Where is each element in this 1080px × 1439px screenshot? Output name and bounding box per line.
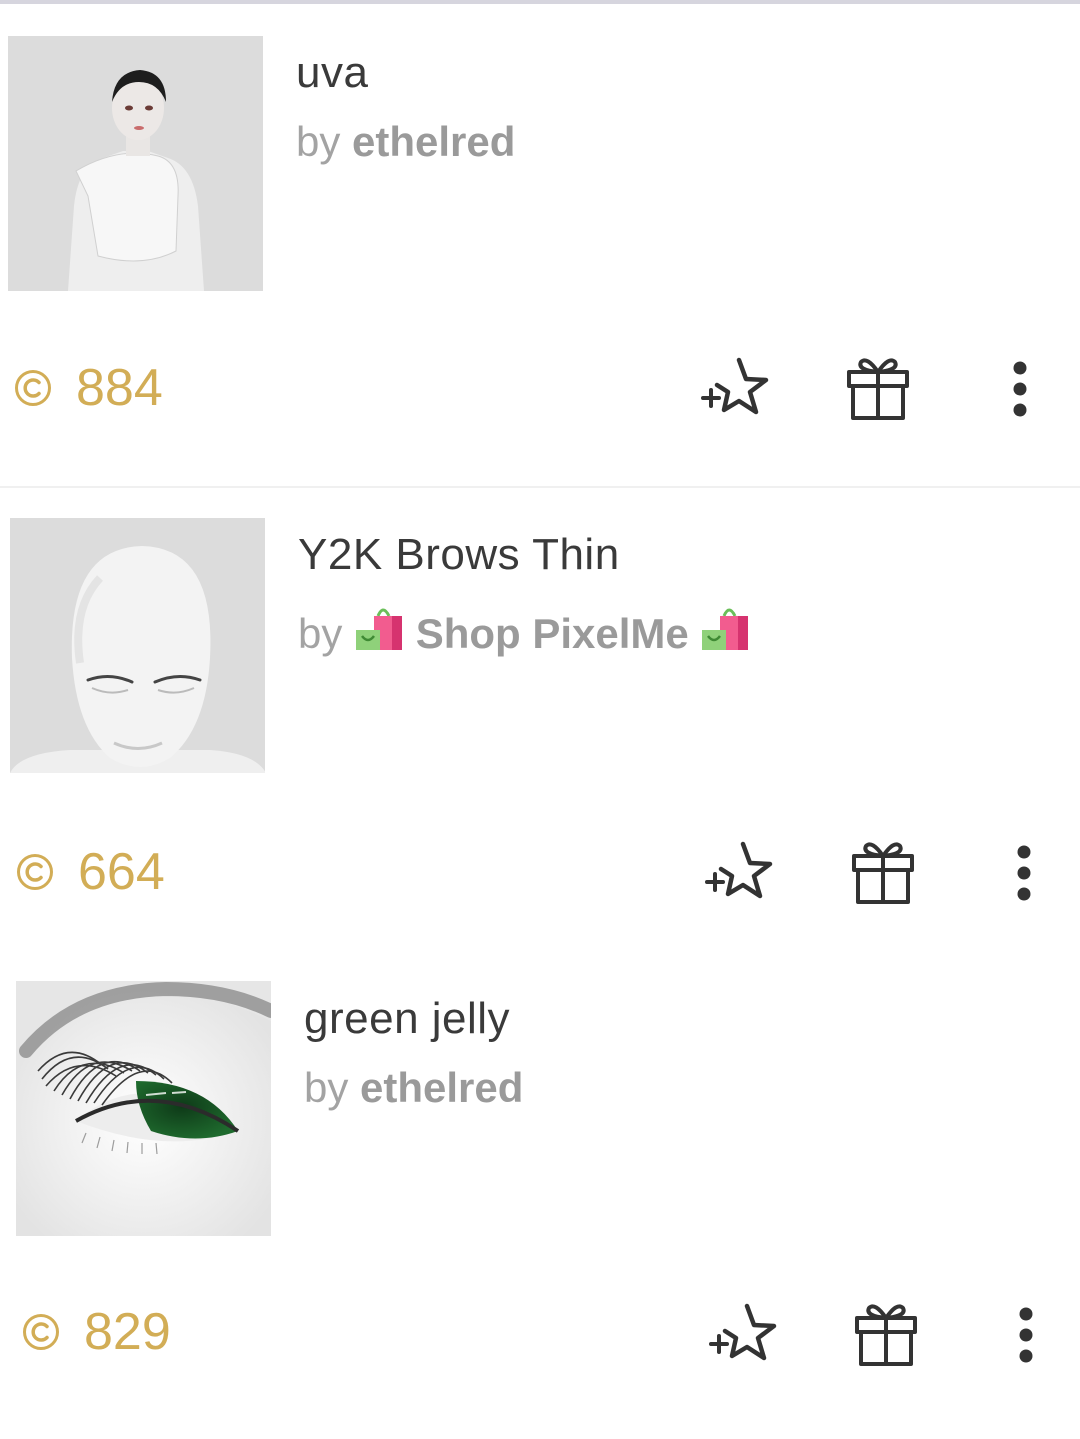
favorite-button[interactable] [704, 836, 776, 908]
creator-name[interactable]: ethelred [360, 1064, 523, 1111]
more-options-button[interactable] [988, 836, 1060, 908]
item-title[interactable]: green jelly [304, 994, 510, 1044]
creator-prefix: by [296, 118, 341, 165]
gift-button[interactable] [847, 836, 919, 908]
creator-prefix: by [298, 610, 343, 657]
star-plus-icon [701, 357, 769, 415]
item-thumbnail[interactable] [8, 36, 263, 291]
item-thumbnail[interactable] [16, 981, 271, 1236]
gift-icon [847, 358, 909, 420]
robux-coin-icon [17, 854, 53, 890]
item-price: 884 [14, 358, 163, 418]
price-value: 829 [84, 1303, 171, 1361]
price-value: 884 [76, 359, 163, 417]
vertical-dots-icon [1013, 361, 1027, 417]
item-thumbnail[interactable] [10, 518, 265, 773]
item-title[interactable]: Y2K Brows Thin [298, 530, 620, 580]
item-creator[interactable]: by ethelred [304, 1064, 523, 1112]
gift-icon [852, 842, 914, 904]
item-creator[interactable]: by ethelred [296, 118, 515, 166]
favorite-button[interactable] [708, 1298, 780, 1370]
item-title[interactable]: uva [296, 48, 368, 98]
vertical-dots-icon [1019, 1307, 1033, 1363]
top-border [0, 0, 1080, 4]
item-price: 664 [16, 842, 165, 902]
creator-name[interactable]: ethelred [352, 118, 515, 165]
shopping-bag-icon [356, 608, 403, 650]
robux-coin-icon [15, 370, 51, 406]
gift-button[interactable] [850, 1298, 922, 1370]
vertical-dots-icon [1017, 845, 1031, 901]
more-options-button[interactable] [990, 1298, 1062, 1370]
star-plus-icon [705, 841, 773, 899]
creator-prefix: by [304, 1064, 349, 1111]
more-options-button[interactable] [984, 352, 1056, 424]
item-creator[interactable]: by Shop PixelMe [298, 602, 750, 658]
robux-coin-icon [23, 1314, 59, 1350]
star-plus-icon [709, 1303, 777, 1361]
creator-name[interactable]: Shop PixelMe [416, 610, 689, 657]
favorite-button[interactable] [700, 352, 772, 424]
item-price: 829 [22, 1302, 171, 1362]
item-divider [0, 486, 1080, 488]
gift-icon [855, 1304, 917, 1366]
gift-button[interactable] [842, 352, 914, 424]
shopping-bag-icon [702, 608, 749, 650]
price-value: 664 [78, 843, 165, 901]
